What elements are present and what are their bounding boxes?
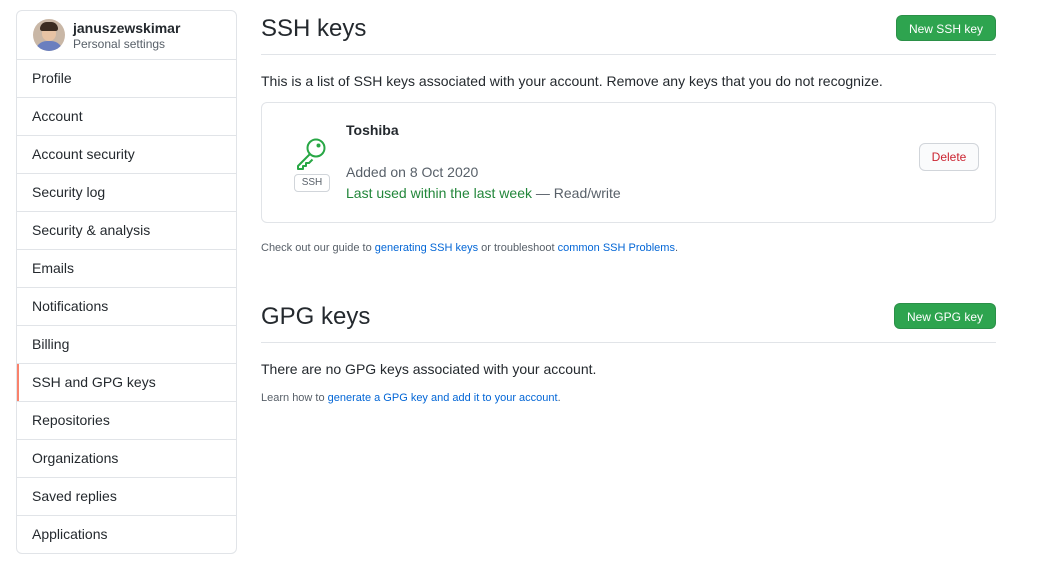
generating-ssh-keys-link[interactable]: generating SSH keys xyxy=(375,242,478,254)
sidebar-item-security-analysis[interactable]: Security & analysis xyxy=(17,212,236,250)
key-last-used: Last used within the last week xyxy=(346,185,532,201)
settings-sidebar: januszewskimar Personal settings Profile… xyxy=(16,10,237,554)
username[interactable]: januszewskimar xyxy=(73,21,180,35)
ssh-guide-prefix: Check out our guide to xyxy=(261,242,375,254)
generate-gpg-key-link[interactable]: generate a GPG key and add it to your ac… xyxy=(328,392,558,404)
common-ssh-problems-link[interactable]: common SSH Problems xyxy=(558,242,675,254)
gpg-learn-text: Learn how to generate a GPG key and add … xyxy=(261,392,561,404)
sidebar-item-repositories[interactable]: Repositories xyxy=(17,402,236,440)
ssh-guide-text: Check out our guide to generating SSH ke… xyxy=(261,242,678,254)
sidebar-item-notifications[interactable]: Notifications xyxy=(17,288,236,326)
gpg-empty-text: There are no GPG keys associated with yo… xyxy=(261,361,597,377)
ssh-guide-suffix: . xyxy=(674,242,679,254)
sidebar-item-emails[interactable]: Emails xyxy=(17,250,236,288)
ssh-description: This is a list of SSH keys associated wi… xyxy=(261,73,883,89)
sidebar-item-applications[interactable]: Applications xyxy=(17,516,236,553)
new-ssh-key-button[interactable]: New SSH key xyxy=(895,15,996,41)
key-added-date: Added on 8 Oct 2020 xyxy=(346,164,479,180)
sidebar-item-account[interactable]: Account xyxy=(17,98,236,136)
sidebar-item-profile[interactable]: Profile xyxy=(17,60,236,98)
key-icon xyxy=(293,136,331,175)
new-gpg-key-button[interactable]: New GPG key xyxy=(893,303,996,329)
sidebar-item-account-security[interactable]: Account security xyxy=(17,136,236,174)
key-title: Toshiba xyxy=(346,122,399,138)
ssh-keys-title: SSH keys xyxy=(261,15,367,42)
sidebar-item-organizations[interactable]: Organizations xyxy=(17,440,236,478)
gpg-section-header: GPG keys New GPG key xyxy=(261,302,996,343)
sidebar-item-billing[interactable]: Billing xyxy=(17,326,236,364)
key-access-level: — Read/write xyxy=(532,185,621,201)
profile-header[interactable]: januszewskimar Personal settings xyxy=(17,11,236,60)
personal-settings-label: Personal settings xyxy=(73,36,166,51)
sidebar-item-ssh-gpg-keys[interactable]: SSH and GPG keys xyxy=(17,364,236,402)
gpg-learn-suffix: . xyxy=(557,392,561,404)
sidebar-item-saved-replies[interactable]: Saved replies xyxy=(17,478,236,516)
delete-key-button[interactable]: Delete xyxy=(919,143,979,171)
gpg-keys-title: GPG keys xyxy=(261,303,371,330)
sidebar-item-security-log[interactable]: Security log xyxy=(17,174,236,212)
ssh-section-header: SSH keys New SSH key xyxy=(261,14,996,55)
avatar[interactable] xyxy=(33,19,65,51)
ssh-key-item: SSH Toshiba Added on 8 Oct 2020 Last use… xyxy=(261,102,996,223)
gpg-learn-prefix: Learn how to xyxy=(261,392,328,404)
key-usage-status: Last used within the last week — Read/wr… xyxy=(346,185,621,201)
ssh-guide-middle: or troubleshoot xyxy=(478,242,558,254)
ssh-type-badge: SSH xyxy=(294,174,330,192)
